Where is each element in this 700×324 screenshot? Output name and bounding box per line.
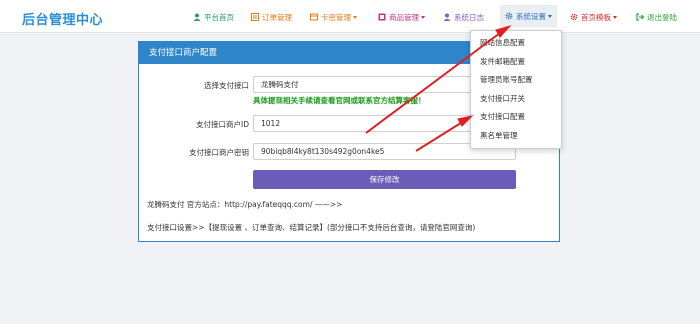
payment-interface-value: 龙腾码支付 — [261, 80, 299, 89]
nav-system-log[interactable]: 系统日志 — [443, 11, 484, 23]
nav-card-keys[interactable]: 卡密管理 — [310, 11, 357, 23]
logout-icon — [636, 13, 645, 21]
chevron-down-icon — [421, 15, 425, 19]
official-site-line[interactable]: 龙腾码支付 官方站点：http://pay.fateqqq.com/ ——>> — [147, 199, 342, 210]
nav-platform-home[interactable]: 平台首页 — [193, 11, 234, 23]
menu-item-admin-account[interactable]: 管理员账号配置 — [471, 71, 561, 90]
chevron-down-icon — [548, 14, 552, 18]
log-icon — [443, 13, 451, 21]
gear-icon — [505, 12, 513, 20]
brand-title[interactable]: 后台管理中心 — [22, 9, 103, 28]
nav-label: 订单管理 — [262, 12, 292, 22]
nav-label: 平台首页 — [204, 12, 234, 22]
nav-label: 商品管理 — [389, 12, 419, 22]
nav-label: 系统日志 — [454, 12, 484, 22]
menu-item-blacklist[interactable]: 黑名单管理 — [471, 127, 561, 146]
system-settings-dropdown: 网站信息配置 发件邮箱配置 管理员账号配置 支付接口开关 支付接口配置 黑名单管… — [470, 30, 562, 149]
merchant-key-value: 90biqb8l4ky8t130s492g0on4ke5 — [261, 147, 385, 156]
nav-goods[interactable]: 商品管理 — [378, 11, 425, 23]
merchant-id-label: 支付接口商户ID — [196, 120, 249, 129]
list-icon — [251, 13, 259, 21]
save-button[interactable]: 保存修改 — [253, 170, 516, 189]
card-icon — [310, 13, 318, 21]
payment-settings-line[interactable]: 支付接口设置>>【提现设置 、订单查询、结算记录】(部分接口不支持后台查询，请登… — [147, 222, 475, 233]
nav-home-template[interactable]: 首页模板 — [570, 11, 617, 23]
nav-label: 首页模板 — [581, 12, 611, 22]
nav-logout[interactable]: 退出登陆 — [636, 11, 677, 23]
notice-text: 具体提现相关手续请查看官网或联系官方结算客服！ — [253, 96, 426, 105]
nav-system-settings[interactable]: 系统设置 — [500, 5, 557, 27]
menu-item-site-info[interactable]: 网站信息配置 — [471, 34, 561, 53]
menu-item-mail-config[interactable]: 发件邮箱配置 — [471, 53, 561, 72]
gear-icon — [570, 13, 578, 21]
user-icon — [193, 13, 201, 21]
nav-label: 卡密管理 — [321, 12, 351, 22]
goods-icon — [378, 13, 386, 21]
menu-item-payment-switch[interactable]: 支付接口开关 — [471, 90, 561, 109]
nav-label: 系统设置 — [516, 11, 546, 21]
menu-item-payment-config[interactable]: 支付接口配置 — [471, 108, 561, 127]
merchant-id-value: 1012 — [261, 119, 281, 128]
select-payment-label: 选择支付接口 — [204, 81, 249, 90]
nav-orders[interactable]: 订单管理 — [251, 11, 292, 23]
top-navbar: 后台管理中心 平台首页 订单管理 卡密管理 商品管理 系统日志 系统设置 首页模… — [0, 0, 700, 33]
nav-label: 退出登陆 — [647, 12, 677, 22]
merchant-key-label: 支付接口商户密钥 — [189, 148, 249, 157]
chevron-down-icon — [353, 15, 357, 19]
chevron-down-icon — [613, 15, 617, 19]
